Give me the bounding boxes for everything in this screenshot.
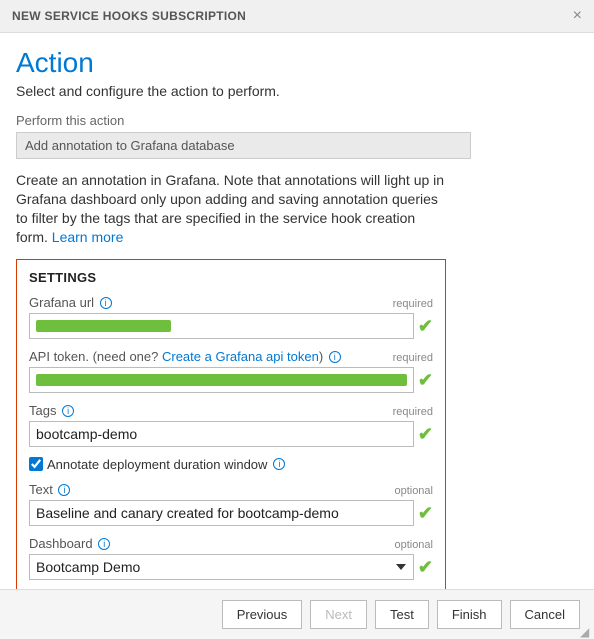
field-grafana-url: Grafana url i required ✔ (29, 295, 433, 339)
learn-more-link[interactable]: Learn more (52, 229, 124, 245)
checkmark-icon: ✔ (418, 317, 433, 335)
perform-action-label: Perform this action (16, 113, 578, 128)
dialog-titlebar: NEW SERVICE HOOKS SUBSCRIPTION × (0, 0, 594, 33)
page-heading: Action (16, 47, 578, 79)
info-icon[interactable]: i (329, 351, 341, 363)
grafana-url-input[interactable] (29, 313, 414, 339)
dashboard-select[interactable]: Bootcamp Demo (29, 554, 414, 580)
annotate-duration-row: Annotate deployment duration window i (29, 457, 433, 472)
text-input[interactable] (29, 500, 414, 526)
info-icon[interactable]: i (273, 458, 285, 470)
required-badge: required (393, 406, 433, 418)
redacted-value (36, 374, 407, 386)
tags-input[interactable] (29, 421, 414, 447)
checkmark-icon: ✔ (418, 558, 433, 576)
field-api-token: API token. (need one? Create a Grafana a… (29, 349, 433, 393)
create-api-token-link[interactable]: Create a Grafana api token (162, 349, 319, 364)
field-text: Text i optional ✔ (29, 482, 433, 526)
settings-panel: SETTINGS Grafana url i required ✔ AP (16, 259, 446, 589)
api-token-label: API token. (need one? Create a Grafana a… (29, 349, 341, 364)
optional-badge: optional (394, 485, 433, 497)
info-icon[interactable]: i (58, 484, 70, 496)
previous-button[interactable]: Previous (222, 600, 303, 629)
redacted-value (36, 320, 171, 332)
checkmark-icon: ✔ (418, 371, 433, 389)
api-token-input[interactable] (29, 367, 414, 393)
optional-badge: optional (394, 539, 433, 551)
action-description: Create an annotation in Grafana. Note th… (16, 171, 446, 247)
checkmark-icon: ✔ (418, 425, 433, 443)
field-tags: Tags i required ✔ (29, 403, 433, 447)
annotate-duration-checkbox[interactable] (29, 457, 43, 471)
resize-grip-icon[interactable]: ◢ (580, 625, 592, 637)
test-button[interactable]: Test (375, 600, 429, 629)
text-label: Text i (29, 482, 70, 497)
perform-action-select[interactable]: Add annotation to Grafana database (16, 132, 471, 159)
info-icon[interactable]: i (98, 538, 110, 550)
annotate-duration-label: Annotate deployment duration window (47, 457, 267, 472)
info-icon[interactable]: i (100, 297, 112, 309)
dashboard-label: Dashboard i (29, 536, 110, 551)
dialog-content: Action Select and configure the action t… (0, 33, 594, 589)
field-dashboard: Dashboard i optional Bootcamp Demo ✔ (29, 536, 433, 580)
close-icon[interactable]: × (573, 8, 582, 24)
finish-button[interactable]: Finish (437, 600, 502, 629)
tags-label: Tags i (29, 403, 74, 418)
next-button: Next (310, 600, 367, 629)
required-badge: required (393, 352, 433, 364)
required-badge: required (393, 298, 433, 310)
info-icon[interactable]: i (62, 405, 74, 417)
dialog-footer: Previous Next Test Finish Cancel ◢ (0, 589, 594, 639)
dialog-title: NEW SERVICE HOOKS SUBSCRIPTION (12, 9, 246, 23)
settings-title: SETTINGS (29, 270, 433, 285)
page-subtitle: Select and configure the action to perfo… (16, 83, 578, 99)
checkmark-icon: ✔ (418, 504, 433, 522)
cancel-button[interactable]: Cancel (510, 600, 580, 629)
grafana-url-label: Grafana url i (29, 295, 112, 310)
